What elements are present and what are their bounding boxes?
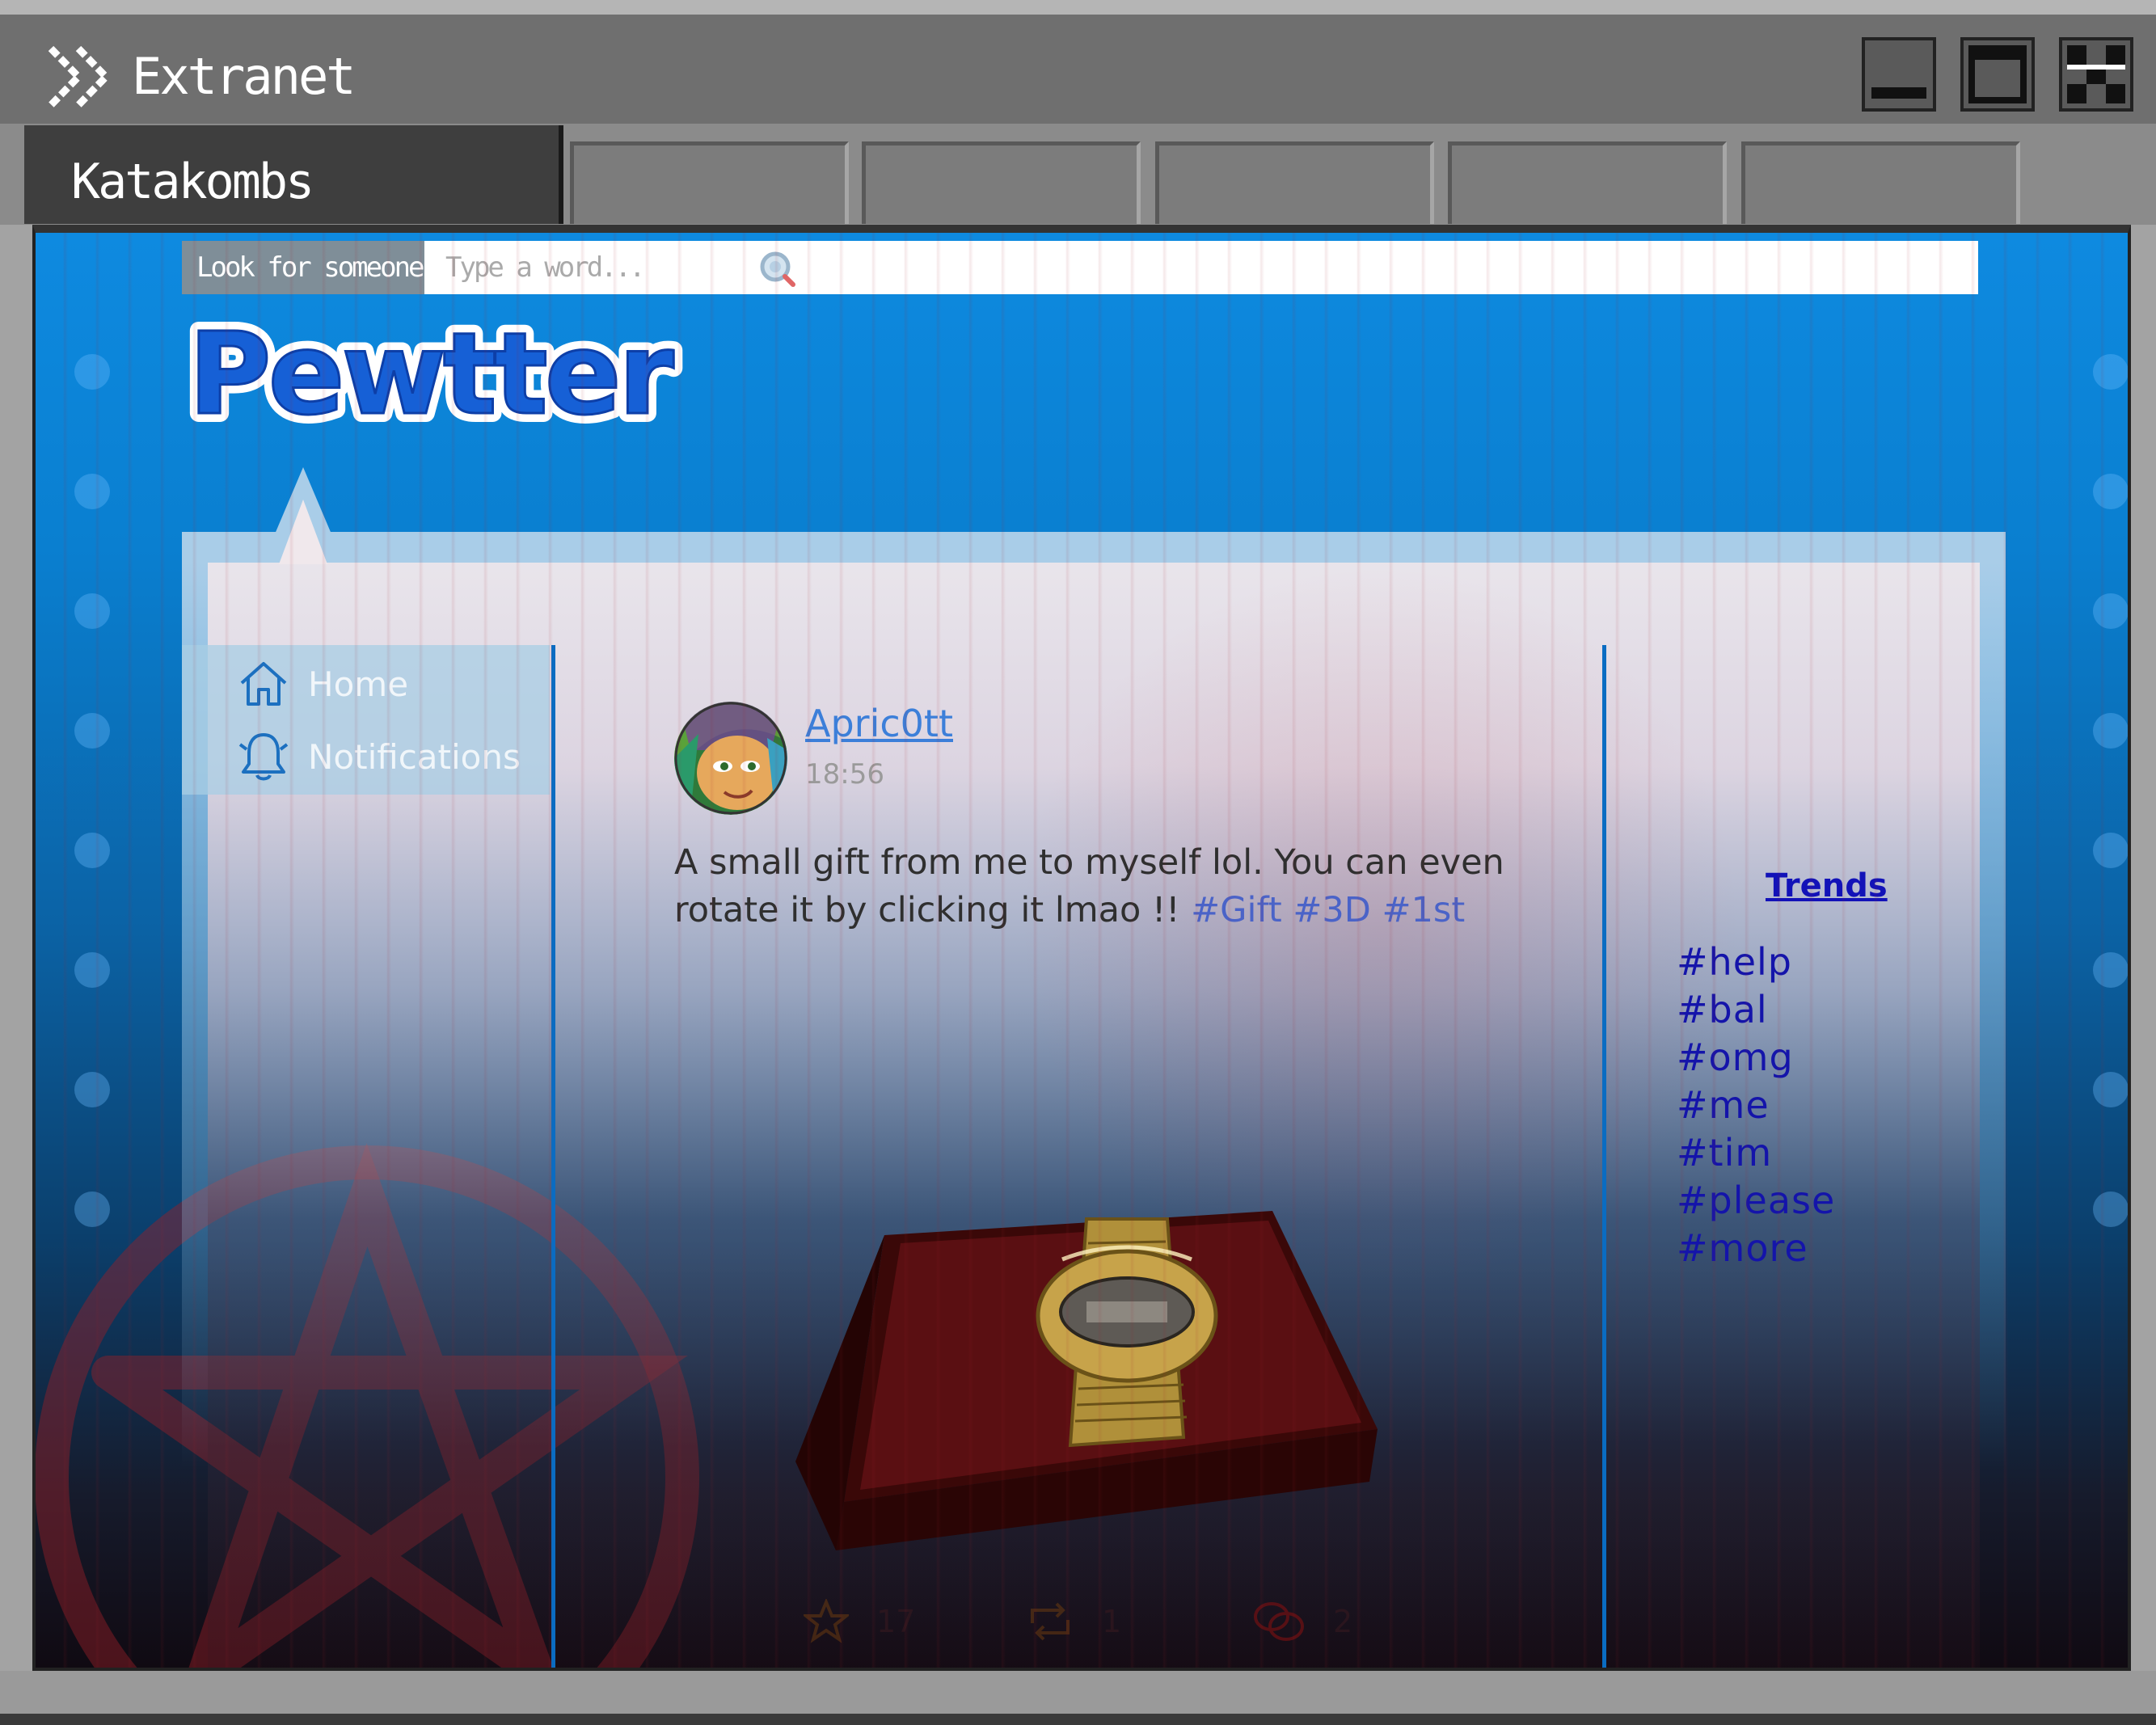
search-icon[interactable] [757,249,796,288]
card-pointer [263,467,344,564]
close-icon [2067,45,2125,103]
star-icon [804,1599,849,1643]
nav-item-notifications[interactable]: Notifications [237,730,521,783]
title-bar[interactable]: Extranet [0,15,2156,124]
maximize-button[interactable] [1960,37,2035,112]
trend-item[interactable]: #omg [1677,1035,1794,1079]
window-title: Extranet [132,47,357,106]
speech-bubbles-icon [1254,1602,1304,1641]
tab-katakombs[interactable]: Katakombs [24,125,563,224]
nav-item-home[interactable]: Home [237,657,408,711]
sidebar-nav: Home Notifications [182,645,550,795]
nav-home-label: Home [308,664,409,704]
minimize-button[interactable] [1862,37,1936,112]
tab-empty-2[interactable] [862,141,1141,224]
maximize-icon [1968,45,2027,103]
home-icon [240,662,287,706]
svg-text:Pewtter: Pewtter [188,310,674,439]
trend-item[interactable]: #bal [1677,988,1768,1031]
reply-button[interactable]: 2 [1252,1599,1352,1644]
tab-empty-1[interactable] [570,141,849,224]
trend-item[interactable]: #more [1677,1226,1808,1270]
page-viewport: Look for someone Pewtter Pewtter [32,225,2131,1671]
trends-title-link[interactable]: Trends [1766,867,1888,905]
repost-icon [1031,1602,1070,1641]
nav-notifications-label: Notifications [308,736,521,777]
repost-count: 1 [1102,1604,1122,1639]
trend-item[interactable]: #help [1677,940,1792,984]
reply-count: 2 [1333,1604,1353,1639]
column-divider-left [551,645,555,1668]
tab-label: Katakombs [71,154,314,210]
tab-empty-4[interactable] [1448,141,1727,224]
pewtter-logo[interactable]: Pewtter Pewtter [182,310,748,439]
like-button[interactable]: 17 [804,1599,915,1644]
window-bottom-edge [0,1671,2156,1725]
like-count: 17 [876,1604,916,1639]
gift-3d-watch-box[interactable] [795,1211,1426,1591]
search-bar: Look for someone [182,241,1978,294]
decorative-dots-right [2093,354,2128,1311]
hashtag-link[interactable]: #Gift [1191,890,1282,930]
hashtag-link[interactable]: #1st [1382,890,1466,930]
post-username-link[interactable]: Apric0tt [805,702,953,745]
look-for-someone-button[interactable]: Look for someone [182,241,425,294]
tab-empty-3[interactable] [1155,141,1434,224]
post-actions: 17 1 2 [804,1599,1450,1655]
minimize-icon [1871,87,1926,99]
bell-icon [238,733,289,781]
trend-item[interactable]: #me [1677,1083,1770,1127]
hashtag-link[interactable]: #3D [1293,890,1371,930]
trend-item[interactable]: #please [1677,1179,1835,1222]
double-chevron-icon [48,45,112,108]
avatar[interactable] [674,702,787,815]
trend-item[interactable]: #tim [1677,1131,1772,1175]
post-timestamp: 18:56 [805,758,884,791]
post-text: A small gift from me to myself lol. You … [674,842,1504,930]
extranet-window: Extranet Katakombs Look for someone Type… [0,0,2156,1725]
tab-empty-5[interactable] [1741,141,2020,224]
post-body: A small gift from me to myself lol. You … [674,839,1531,934]
search-input[interactable] [432,241,1968,294]
column-divider-right [1602,645,1606,1668]
repost-button[interactable]: 1 [1026,1599,1121,1644]
close-button[interactable] [2059,37,2133,112]
